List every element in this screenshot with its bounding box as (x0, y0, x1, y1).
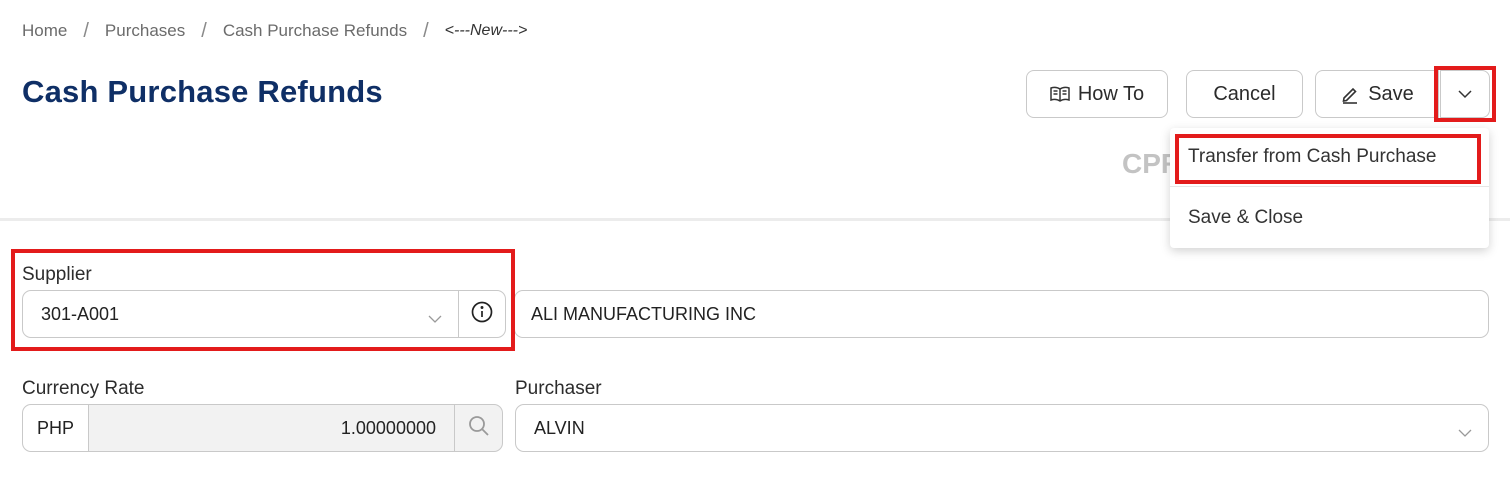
purchaser-label: Purchaser (515, 378, 602, 399)
purchaser-select[interactable]: ALVIN (515, 404, 1489, 452)
breadcrumb-separator: / (423, 19, 429, 42)
cancel-button[interactable]: Cancel (1186, 70, 1303, 118)
menu-divider (1170, 186, 1489, 187)
currency-rate-label: Currency Rate (22, 378, 145, 399)
breadcrumb-cash-purchase-refunds[interactable]: Cash Purchase Refunds (223, 21, 407, 41)
currency-code: PHP (22, 404, 89, 452)
book-icon (1050, 86, 1070, 102)
supplier-info-button[interactable] (458, 290, 506, 338)
save-label: Save (1368, 82, 1414, 105)
search-icon (468, 415, 490, 442)
currency-rate-input[interactable]: 1.00000000 (88, 404, 455, 452)
save-options-menu: Transfer from Cash Purchase Save & Close (1170, 128, 1489, 248)
menu-item-transfer-from-cash-purchase[interactable]: Transfer from Cash Purchase (1188, 146, 1437, 168)
info-icon (471, 301, 493, 328)
breadcrumb: Home / Purchases / Cash Purchase Refunds… (22, 20, 527, 42)
supplier-code-value: 301-A001 (41, 303, 120, 324)
how-to-button[interactable]: How To (1026, 70, 1168, 118)
save-options-toggle[interactable] (1440, 70, 1490, 118)
chevron-down-icon (1458, 89, 1472, 99)
breadcrumb-separator: / (201, 19, 207, 42)
save-button[interactable]: Save (1315, 70, 1439, 118)
currency-search-button[interactable] (454, 404, 503, 452)
breadcrumb-separator: / (83, 19, 89, 42)
breadcrumb-purchases[interactable]: Purchases (105, 21, 185, 41)
page-title: Cash Purchase Refunds (22, 74, 383, 109)
pencil-icon (1340, 84, 1360, 104)
chevron-down-icon (428, 308, 442, 329)
purchaser-value: ALVIN (534, 417, 585, 438)
supplier-select[interactable]: 301-A001 (22, 290, 459, 338)
menu-item-save-and-close[interactable]: Save & Close (1188, 207, 1303, 229)
chevron-down-icon (1458, 422, 1472, 443)
supplier-label: Supplier (22, 264, 92, 285)
breadcrumb-current: <---New---> (444, 22, 528, 39)
supplier-name-field[interactable]: ALI MANUFACTURING INC (514, 290, 1489, 338)
how-to-label: How To (1077, 82, 1145, 105)
breadcrumb-home[interactable]: Home (22, 21, 67, 41)
